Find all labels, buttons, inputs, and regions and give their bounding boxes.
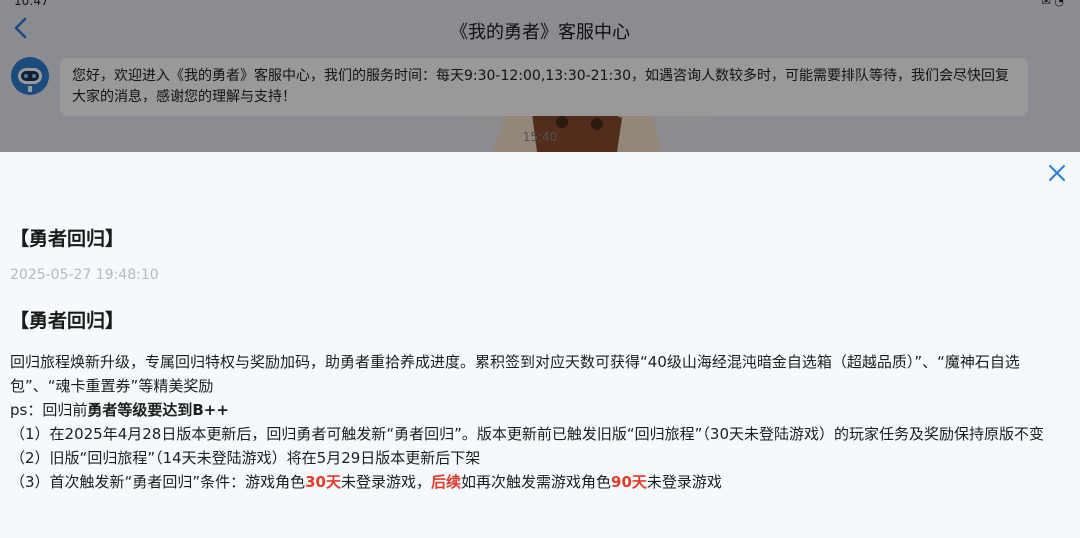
chat-page: 10:47 ✉ ◔ 《我的勇者》客服中心 您好，欢迎进入《我的勇者》客服中心，我… xyxy=(0,0,1080,152)
item3-days-30: 30天 xyxy=(305,473,341,491)
item3-part3: 如再次触发需游戏角色 xyxy=(461,473,612,491)
dim-overlay[interactable] xyxy=(0,0,1080,152)
notice-title: 【勇者回归】 xyxy=(10,228,125,250)
notice-ps: ps：回归前勇者等级要达到B++ xyxy=(10,398,1074,422)
close-icon xyxy=(1049,165,1065,181)
item3-followup: 后续 xyxy=(430,473,461,491)
notice-body: 回归旅程焕新升级，专属回归特权与奖励加码，助勇者重拾养成进度。累积签到对应天数可… xyxy=(10,350,1074,494)
notice-date: 2025-05-27 19:48:10 xyxy=(10,267,159,283)
ps-requirement: 勇者等级要达到B++ xyxy=(87,401,229,419)
item3-part4: 未登录游戏 xyxy=(646,473,722,491)
item3-part2: 未登录游戏， xyxy=(340,473,431,491)
notice-item-1: （1）在2025年4月28日版本更新后，回归勇者可触发新“勇者回归”。版本更新前… xyxy=(10,425,1045,443)
notice-item-2: （2）旧版“回归旅程”（14天未登陆游戏）将在5月29日版本更新后下架 xyxy=(10,449,481,467)
notice-item-3: （3）首次触发新“勇者回归”条件：游戏角色30天未登录游戏，后续如再次触发需游戏… xyxy=(10,470,1074,494)
notice-sheet: 【勇者回归】 2025-05-27 19:48:10 【勇者回归】 回归旅程焕新… xyxy=(0,152,1080,538)
ps-prefix: ps：回归前 xyxy=(10,401,88,419)
notice-intro: 回归旅程焕新升级，专属回归特权与奖励加码，助勇者重拾养成进度。累积签到对应天数可… xyxy=(10,353,1020,395)
section-heading: 【勇者回归】 xyxy=(10,310,125,332)
screen: 10:47 ✉ ◔ 《我的勇者》客服中心 您好，欢迎进入《我的勇者》客服中心，我… xyxy=(0,0,1080,538)
item3-days-90: 90天 xyxy=(611,473,647,491)
item3-part1: （3）首次触发新“勇者回归”条件：游戏角色 xyxy=(10,473,306,491)
close-button[interactable] xyxy=(1044,160,1070,186)
